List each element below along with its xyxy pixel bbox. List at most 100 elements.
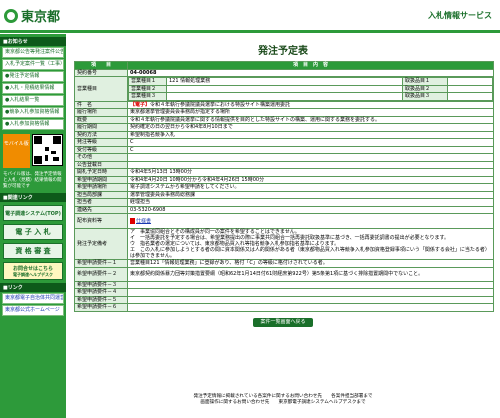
open-value: 令和4年5月13日 13時00分 [127,168,494,177]
rank1-value [447,77,493,86]
table-row: 希望申請要件－５ [74,295,494,304]
date-label: 公告登載日 [74,160,128,169]
electronic-tag: 【電子】 [130,101,151,108]
sidebar-heading-notice: ■お知らせ [0,37,66,46]
req6-value [127,303,494,312]
accept-label: 受付等級 [74,145,128,154]
class-label: 発注等級 [74,138,128,147]
table-row: 概要 令和４年執行参議院議員選挙に関する情報提供を目的とした特設サイトの構築、運… [74,115,494,124]
req2-label: 希望申請要件－２ [74,266,128,282]
biz-type-subtable: 営業種目１ 121 情報処理業務 取扱品目１ 営業種目２ 取扱品目２ 営業種目３ 取扱品… [128,77,493,101]
shikaku-shinsa-button[interactable]: 資 格 審 査 [3,243,63,259]
table-row: 希望申請要件－２ 東京都契約関係暴力団等対策措置要綱（昭和62年1月14日付61… [74,266,494,282]
req2-value: 東京都契約関係暴力団等対策措置要綱（昭和62年1月14日付61財経庶第922号）… [127,266,494,282]
name-value: 令和４年執行参議院議員選挙における特設サイト構築運用委託 [150,101,291,108]
table-row: 件 名 【電子】令和４年執行参議院議員選挙における特設サイト構築運用委託 [74,100,494,109]
sidebar: ■お知らせ 東京都公告等発注案件公告 入札予定案件一覧（工事） ●発注予定情報 … [0,34,66,418]
date-value [127,160,494,169]
table-row: 契約番号 04-00068 [74,68,494,77]
link-kyodo-unei[interactable]: 東京都電子自治体共同運営 [2,293,64,304]
table-row: 履行場所 東京都選挙管理委員会事務局が指定する場所 [74,108,494,117]
req3-value [127,280,494,289]
rank3-label: 取扱品目３ [402,92,448,101]
method-value: 希望制指名競争入札 [127,130,494,139]
name-value-cell: 【電子】令和４年執行参議院議員選挙における特設サイト構築運用委託 [127,100,494,109]
site-header: 東京都 入札情報サービス [0,0,500,34]
table-row: 担当者 経理担当 [74,198,494,207]
biz3-label: 営業種目３ [128,92,167,101]
table-row: 希望申請要件－３ [74,280,494,289]
sidebar-item-kekka[interactable]: ●入札・見積結果情報 [2,83,64,94]
req4-label: 希望申請要件－４ [74,288,128,297]
table-row: 履行期間 契約確定の日の翌日から令和4年8月10日まで [74,123,494,132]
table-row: 希望申請場所 電子調達システムから希望申請をしてください。 [74,183,494,192]
help-label: お問合せはこちら [12,265,53,272]
class-value: C [127,138,494,147]
req1-label: 希望申請要件－１ [74,259,128,268]
col-content-header: 項 目 内 容 [127,61,494,70]
period-value: 契約確定の日の翌日から令和4年8月10日まで [127,123,494,132]
pdf-file-icon [130,217,135,224]
apply-method-label: 希望申請場所 [74,183,128,192]
header-rule [0,30,500,33]
table-row: 希望申請期間 令和4年4月20日 10時00分から令和4年4月26日 15時00… [74,175,494,184]
contract-no-value: 04-00068 [127,68,494,77]
tokyo-logo[interactable]: 東京都 [4,6,60,25]
tel-label: 連絡先 [74,205,128,214]
denshi-nyusatsu-button[interactable]: 電 子 入 札 [3,224,63,240]
person-label: 担当者 [74,198,128,207]
doc-value-cell: 仕様書 [127,213,494,229]
biz2-value [166,84,403,93]
qr-code-icon [31,134,63,166]
sidebar-item-kekka-list[interactable]: ●入札結果一覧 [2,95,64,106]
contract-no-label: 契約番号 [74,68,128,77]
sidebar-item-hacchu-yotei[interactable]: ●発注予定情報 [2,71,64,82]
req1-value: 営業種目121「情報処理業務」に登録があり、格付「C」の等級に格付けされている者… [127,259,494,268]
sidebar-heading-related: ■関連リンク [0,193,66,202]
dept-label: 担当局部課 [74,190,128,199]
apply-value: 令和4年4月20日 10時00分から令和4年4月26日 15時00分 [127,175,494,184]
apply-label: 希望申請期間 [74,175,128,184]
tokyo-emblem-icon [4,8,18,23]
doc-label: 配布資料等 [74,213,128,229]
table-row: 営業種目 営業種目１ 121 情報処理業務 取扱品目１ 営業種目２ 取扱品目２ 営業種… [74,76,494,102]
detail-table: 項 目 項 目 内 容 契約番号 04-00068 営業種目 営業種目１ 121 … [74,61,494,312]
open-label: 開札予定日時 [74,168,128,177]
system-top-button[interactable]: 電子調達システム(TOP) [3,205,63,221]
biz-type-label: 営業種目 [74,76,128,102]
table-row: 担当局部課 選挙管理委員会事務局総務課 [74,190,494,199]
summary-label: 概要 [74,115,128,124]
rank2-label: 取扱品目２ [402,84,448,93]
mobile-label: モバイル版 [3,141,29,147]
mobile-phone-icon[interactable]: モバイル版 [3,134,30,168]
sidebar-heading-links: ■リンク [0,283,66,292]
back-to-list-button[interactable]: 案件一覧画面へ戻る [253,317,313,327]
table-row: 配布資料等 仕様書 [74,213,494,229]
sidebar-item-nyusatsu-yotei[interactable]: 入札予定案件一覧（工事） [2,59,64,70]
footer: 発注予定情報に掲載されている各案件に関するお問い合わせ先 各案件担当部署まで 画… [70,394,496,406]
table-row: 連絡先 03-5320-6908 [74,205,494,214]
other-label: その他 [74,153,128,162]
table-row: 公告登載日 [74,160,494,169]
table-row: 発注等級 C [74,138,494,147]
biz1-value: 121 情報処理業務 [166,77,403,86]
footer-line-2: 画面操作に関するお問い合わせ先 東京都電子調達システムヘルプデスクまで [200,400,366,405]
plan-note-line: エ この入札に参加しようとする者の間に資本関係又は人的関係がある者（東京都物品買… [130,247,490,259]
sidebar-item-sanka[interactable]: ●入札参加資格情報 [2,119,64,130]
table-row: 受付等級 C [74,145,494,154]
help-desk-button[interactable]: お問合せはこちら 電子調達ヘルプデスク [3,262,63,280]
plan-note-value: ア 事業協同組合とその構成員が同一の案件を希望することはできません。 イ 一括再… [127,228,494,260]
spec-document-link[interactable]: 仕様書 [136,218,151,224]
req3-label: 希望申請要件－３ [74,280,128,289]
sidebar-item-shikaku[interactable]: ●競争入札参加資格情報 [2,107,64,118]
rank3-value [447,92,493,101]
biz1-label: 営業種目１ [128,77,167,86]
table-row: 希望申請要件－６ [74,303,494,312]
sidebar-item-koukoku[interactable]: 東京都公告等発注案件公告 [2,47,64,58]
rank2-value [447,84,493,93]
table-row: 契約方法 希望制指名競争入札 [74,130,494,139]
accept-value: C [127,145,494,154]
mobile-section: モバイル版 [3,134,63,168]
link-official-site[interactable]: 東京都公式ホームページ [2,305,64,316]
req4-value [127,288,494,297]
